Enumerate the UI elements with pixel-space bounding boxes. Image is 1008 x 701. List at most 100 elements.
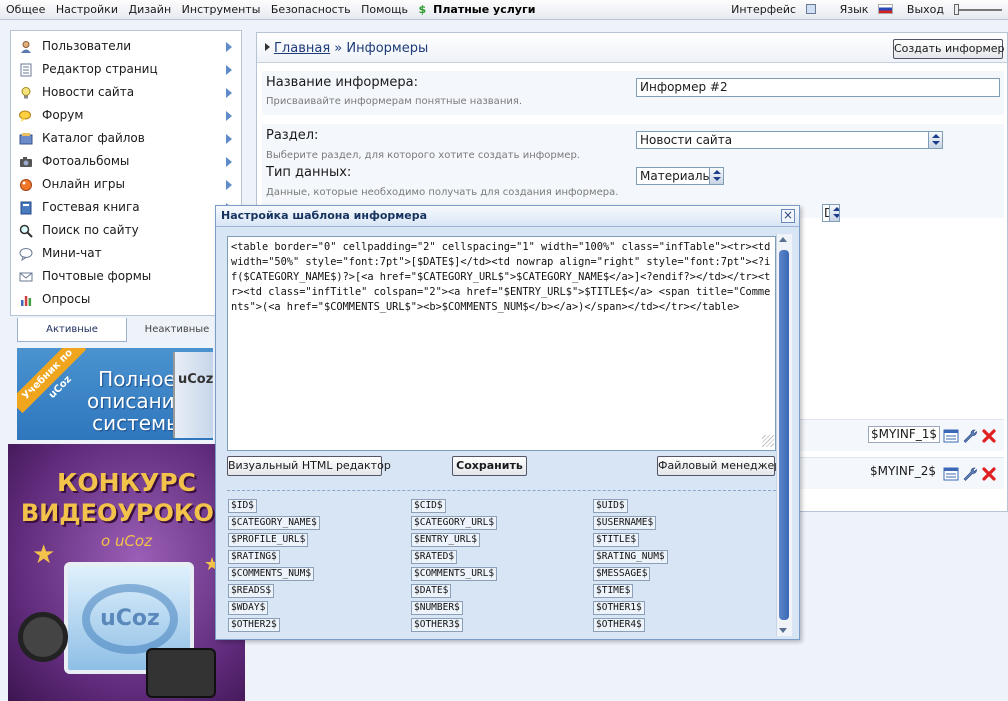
template-settings-dialog: Настройка шаблона информера × <table bor… bbox=[215, 205, 800, 640]
dialog-scrollbar[interactable] bbox=[776, 234, 792, 636]
name-hint: Присваивайте информерам понятные названи… bbox=[266, 96, 523, 107]
menu-design[interactable]: Дизайн bbox=[128, 3, 171, 16]
save-button[interactable]: Сохранить bbox=[452, 456, 527, 476]
template-variable-chip[interactable]: $NUMBER$ bbox=[411, 601, 463, 615]
menu-paid-services[interactable]: $ Платные услуги bbox=[418, 3, 542, 16]
tab-inactive[interactable]: Неактивные bbox=[129, 318, 225, 342]
ucoz-logo: uCoz bbox=[82, 584, 178, 654]
file-manager-button[interactable]: Файловый менеджер bbox=[657, 456, 781, 476]
template-variable-chip[interactable]: $ID$ bbox=[228, 499, 257, 513]
menu-general[interactable]: Общее bbox=[6, 3, 45, 16]
sidebar-item-polls[interactable]: Опросы bbox=[11, 288, 241, 311]
template-variable-chip[interactable]: $CID$ bbox=[411, 499, 446, 513]
sidebar-item-users[interactable]: Пользователи bbox=[11, 35, 241, 58]
informer-name-input[interactable]: Информер #2 bbox=[636, 78, 1000, 97]
delete-icon[interactable] bbox=[981, 428, 997, 444]
template-variable-chip[interactable]: $RATING$ bbox=[228, 550, 280, 564]
sidebar-item-photo-albums[interactable]: Фотоальбомы bbox=[11, 150, 241, 173]
files-icon bbox=[19, 133, 33, 145]
wrench-icon[interactable] bbox=[962, 428, 978, 444]
create-informer-button[interactable]: Создать информер bbox=[893, 39, 1005, 59]
breadcrumb-home-link[interactable]: Главная bbox=[274, 41, 330, 56]
sidebar-item-page-editor[interactable]: Редактор страниц bbox=[11, 58, 241, 81]
breadcrumb-bar: Главная » Информеры Создать информер bbox=[257, 33, 1007, 63]
interface-box-icon bbox=[806, 4, 817, 14]
template-variable-chip[interactable]: $RATED$ bbox=[411, 550, 458, 564]
hidden-select[interactable]: D bbox=[822, 204, 840, 222]
dialog-divider bbox=[227, 490, 776, 491]
template-variable-chip[interactable]: $OTHER4$ bbox=[593, 618, 645, 632]
close-icon[interactable]: × bbox=[781, 209, 795, 223]
logout-link[interactable]: Выход bbox=[907, 3, 944, 16]
template-variable-chip[interactable]: $WDAY$ bbox=[228, 601, 269, 615]
settings-icon[interactable] bbox=[943, 466, 959, 482]
tab-active[interactable]: Активные bbox=[17, 318, 127, 342]
menu-tools[interactable]: Инструменты bbox=[182, 3, 261, 16]
sidebar-item-online-games[interactable]: Онлайн игры bbox=[11, 173, 241, 196]
template-variable-chip[interactable]: $READS$ bbox=[228, 584, 275, 598]
sidebar-item-label: Новости сайта bbox=[42, 85, 135, 99]
scroll-down-icon[interactable] bbox=[779, 628, 787, 633]
book-cover-image: uCoz bbox=[173, 352, 213, 438]
template-variable-chip[interactable]: $CATEGORY_URL$ bbox=[411, 516, 498, 530]
template-code-editor[interactable]: <table border="0" cellpadding="2" cellsp… bbox=[227, 236, 776, 451]
menu-settings[interactable]: Настройки bbox=[56, 3, 118, 16]
template-variable-chip[interactable]: $DATE$ bbox=[411, 584, 452, 598]
sidebar-item-label: Редактор страниц bbox=[42, 62, 158, 76]
template-variable-chip[interactable]: $RATING_NUM$ bbox=[593, 550, 668, 564]
template-variable-chip[interactable]: $TITLE$ bbox=[593, 533, 640, 547]
textbook-banner[interactable]: Учебник по uCoz Полное описание системы … bbox=[17, 348, 213, 440]
video-contest-banner[interactable]: КОНКУРС ВИДЕОУРОКОВ o uCoz ★ ★ uCoz bbox=[8, 444, 245, 701]
sidebar-item-label: Форум bbox=[42, 108, 84, 122]
language-label: Язык bbox=[839, 3, 869, 16]
book-brand-logo: uCoz bbox=[178, 372, 213, 387]
template-variable-chip[interactable]: $OTHER1$ bbox=[593, 601, 645, 615]
form-row-name: Название информера: Присваивайте информе… bbox=[262, 71, 1004, 115]
template-code-text[interactable]: <table border="0" cellpadding="2" cellsp… bbox=[231, 240, 775, 315]
menu-security[interactable]: Безопасность bbox=[271, 3, 351, 16]
settings-icon[interactable] bbox=[943, 428, 959, 444]
template-variable-chip[interactable]: $COMMENTS_NUM$ bbox=[228, 567, 315, 581]
sidebar-item-guestbook[interactable]: Гостевая книга bbox=[11, 196, 241, 219]
sidebar-item-mail-forms[interactable]: Почтовые формы bbox=[11, 265, 241, 288]
scrollbar-thumb[interactable] bbox=[779, 250, 789, 620]
slider-thumb[interactable] bbox=[954, 4, 959, 15]
template-variable-chip[interactable]: $USERNAME$ bbox=[593, 516, 657, 530]
sidebar-item-mini-chat[interactable]: Мини-чат bbox=[11, 242, 241, 265]
informer-code[interactable]: $MYINF_2$ bbox=[868, 464, 938, 481]
template-variable-chip[interactable]: $OTHER2$ bbox=[228, 618, 280, 632]
template-variable-chip[interactable]: $ENTRY_URL$ bbox=[411, 533, 480, 547]
template-variable-chip[interactable]: $CATEGORY_NAME$ bbox=[228, 516, 320, 530]
mail-icon bbox=[19, 272, 33, 282]
interface-toggle[interactable]: Интерфейс bbox=[721, 3, 817, 16]
resize-grip-icon[interactable] bbox=[762, 435, 774, 447]
sidebar-item-site-search[interactable]: Поиск по сайту bbox=[11, 219, 241, 242]
scroll-up-icon[interactable] bbox=[779, 237, 787, 242]
breadcrumb-separator: » bbox=[330, 41, 347, 56]
visual-html-editor-button[interactable]: Визуальный HTML редактор bbox=[227, 456, 391, 476]
informer-code[interactable]: $MYINF_1$ bbox=[868, 426, 941, 443]
template-variable-chip[interactable]: $PROFILE_URL$ bbox=[228, 533, 309, 547]
wrench-icon[interactable] bbox=[962, 466, 978, 482]
sidebar-item-label: Опросы bbox=[42, 292, 91, 306]
interface-label: Интерфейс bbox=[731, 3, 797, 16]
data-type-select[interactable]: Материалы bbox=[636, 167, 724, 185]
sidebar-item-news[interactable]: Новости сайта bbox=[11, 81, 241, 104]
template-variable-chip[interactable]: $UID$ bbox=[593, 499, 628, 513]
language-selector[interactable]: Язык bbox=[830, 3, 894, 16]
template-variable-chip[interactable]: $OTHER3$ bbox=[411, 618, 463, 632]
delete-icon[interactable] bbox=[981, 466, 997, 482]
section-select[interactable]: Новости сайта bbox=[636, 131, 943, 149]
news-icon bbox=[21, 87, 31, 99]
template-variable-chip[interactable]: $MESSAGE$ bbox=[593, 567, 651, 581]
menu-help[interactable]: Помощь bbox=[361, 3, 408, 16]
sidebar-item-file-catalog[interactable]: Каталог файлов bbox=[11, 127, 241, 150]
sidebar-tabs: Активные Неактивные bbox=[17, 318, 213, 342]
sidebar-item-forum[interactable]: Форум bbox=[11, 104, 241, 127]
template-variable-chip[interactable]: $TIME$ bbox=[593, 584, 634, 598]
dialog-header[interactable]: Настройка шаблона информера × bbox=[216, 206, 799, 227]
form-row-section: Раздел: Выберите раздел, для которого хо… bbox=[262, 124, 1004, 222]
sidebar-item-label: Фотоальбомы bbox=[42, 154, 130, 168]
width-slider[interactable] bbox=[954, 4, 1002, 15]
template-variable-chip[interactable]: $COMMENTS_URL$ bbox=[411, 567, 498, 581]
